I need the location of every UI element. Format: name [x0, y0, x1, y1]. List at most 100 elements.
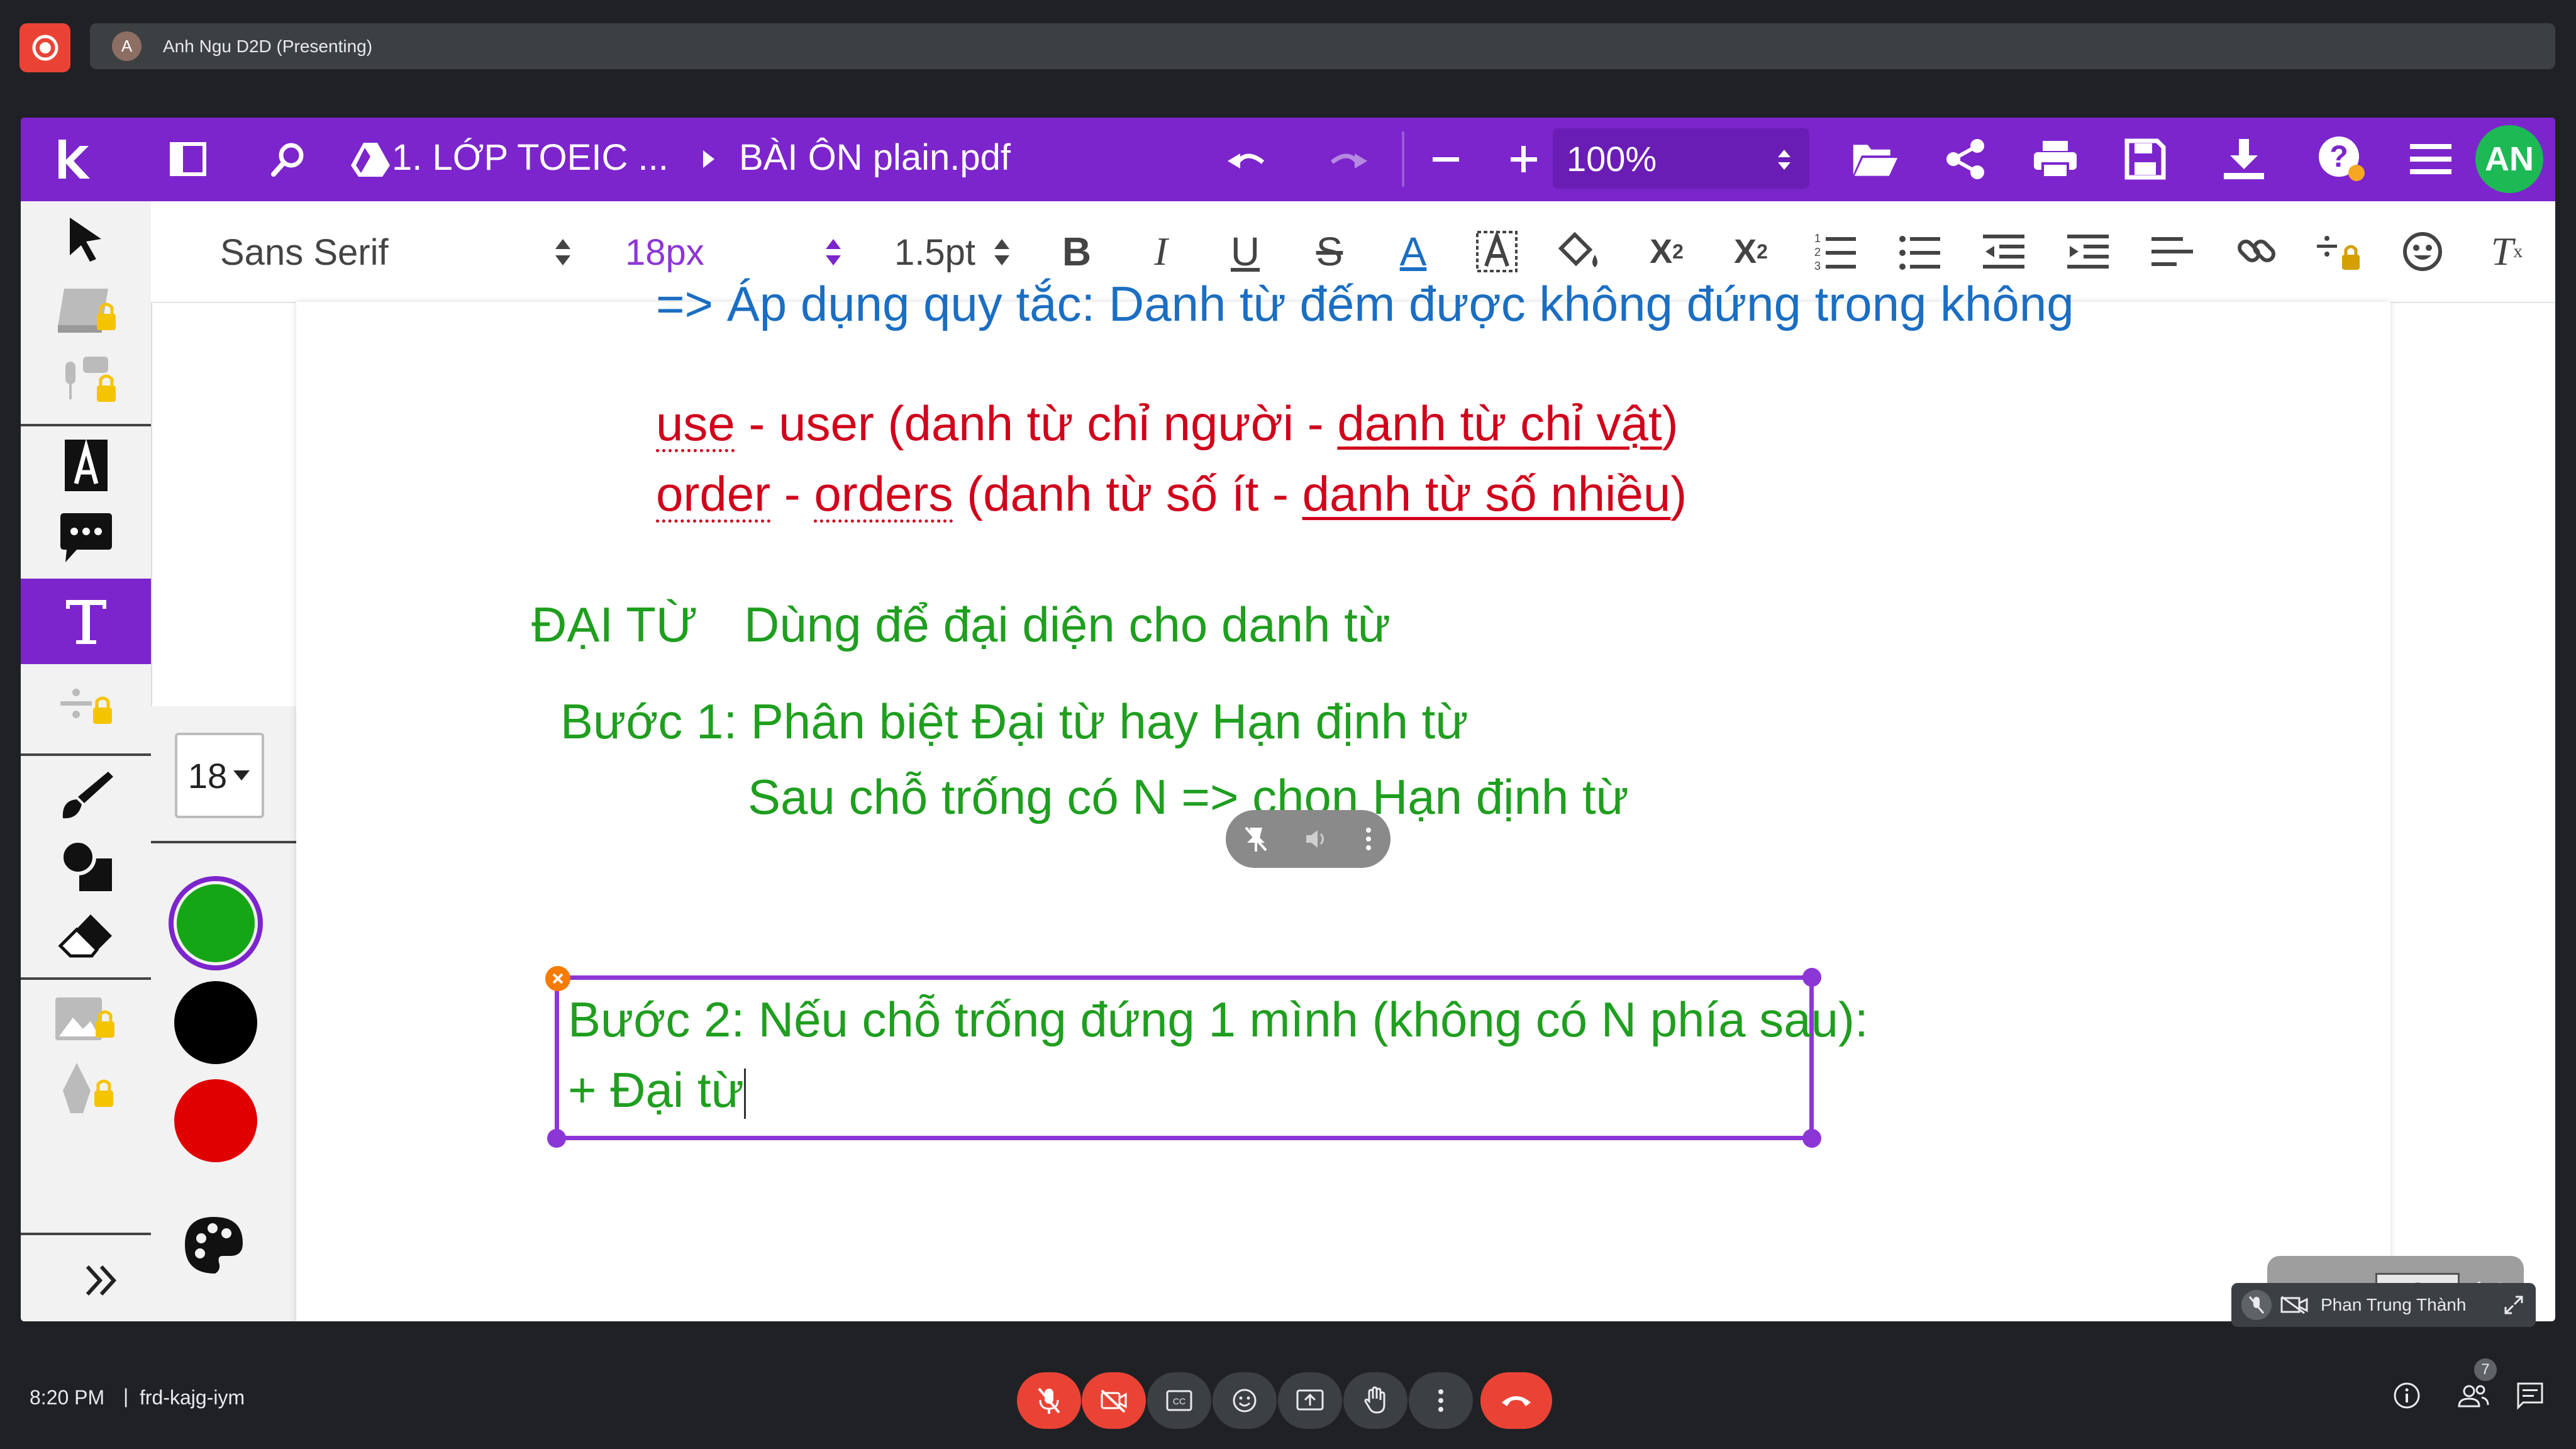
presenter-tile[interactable]: Phan Trung Thành	[2231, 1283, 2536, 1327]
text-highlight-tool[interactable]	[21, 430, 151, 501]
audio-comment-pill[interactable]	[1226, 810, 1391, 868]
open-folder-icon[interactable]	[1851, 135, 1899, 183]
signature-tool-locked[interactable]	[21, 1054, 151, 1124]
dictionary-tool-locked[interactable]	[21, 275, 151, 346]
align-left-icon[interactable]	[2147, 226, 2197, 277]
shapes-tool[interactable]	[21, 830, 151, 901]
redo-icon[interactable]	[1324, 135, 1372, 183]
save-icon[interactable]	[2121, 135, 2169, 183]
fill-color-icon[interactable]	[1555, 226, 1605, 277]
custom-color-button[interactable]	[182, 1214, 245, 1280]
text-order-underlined: danh từ số nhiều	[1302, 466, 1671, 521]
download-icon[interactable]	[2220, 135, 2268, 183]
camera-off-icon	[2280, 1296, 2308, 1314]
font-family-arrows-icon	[555, 239, 570, 265]
people-icon	[2458, 1385, 2489, 1407]
speech-tool-locked[interactable]	[21, 346, 151, 416]
eraser-tool[interactable]	[21, 901, 151, 971]
participants-button[interactable]	[2457, 1381, 2490, 1413]
meeting-details-button[interactable]	[2392, 1381, 2421, 1413]
clear-formatting-icon[interactable]: Tx	[2482, 226, 2532, 277]
doc-line-use: use - user (danh từ chỉ người - danh từ …	[656, 395, 1679, 452]
bulleted-list-icon[interactable]	[1894, 226, 1945, 277]
buoc-2-line-2-text: + Đại từ	[568, 1062, 744, 1118]
sidebar-toggle-icon[interactable]	[164, 135, 212, 183]
comment-tool[interactable]	[21, 503, 151, 574]
share-icon[interactable]	[1941, 135, 1989, 183]
presenting-bar: A Anh Ngu D2D (Presenting)	[90, 23, 2555, 69]
svg-text:2: 2	[1814, 246, 1821, 258]
textbox-font-size-select[interactable]: 18	[175, 733, 264, 818]
strikethrough-icon[interactable]: S	[1304, 226, 1355, 277]
color-swatch-green-selected[interactable]	[169, 876, 263, 970]
search-icon[interactable]	[265, 135, 313, 183]
math-lock-icon[interactable]	[2314, 226, 2365, 277]
delete-textbox-handle[interactable]	[545, 966, 570, 991]
user-avatar[interactable]: AN	[2475, 125, 2543, 193]
font-size-arrows-icon	[826, 239, 841, 265]
link-icon[interactable]	[2231, 226, 2282, 277]
menu-icon[interactable]	[2407, 135, 2455, 183]
superscript-icon[interactable]: X2	[1726, 226, 1776, 277]
line-spacing-select[interactable]: 1.5pt	[894, 231, 975, 274]
svg-text:3: 3	[1814, 260, 1821, 272]
leave-call-button[interactable]	[1480, 1372, 1552, 1429]
select-tool[interactable]	[21, 204, 151, 274]
indent-icon[interactable]	[2063, 226, 2113, 277]
raise-hand-button[interactable]	[1343, 1372, 1407, 1429]
mic-toggle-button[interactable]	[1017, 1372, 1081, 1429]
kami-window: 1. LỚP TOEIC ... BÀI ÔN plain.pdf 100% ?…	[21, 118, 2555, 1321]
buoc-2[interactable]: Bước 2: Nếu chỗ trống đứng 1 mình (không…	[568, 991, 1868, 1048]
more-options-button[interactable]	[1409, 1372, 1473, 1429]
font-family-select[interactable]: Sans Serif	[220, 231, 389, 274]
zoom-out-icon[interactable]	[1422, 135, 1470, 183]
file-name[interactable]: BÀI ÔN plain.pdf	[739, 136, 1011, 179]
zoom-in-icon[interactable]	[1500, 135, 1548, 183]
reactions-button[interactable]	[1213, 1372, 1277, 1429]
bold-icon[interactable]: B	[1052, 226, 1102, 277]
zoom-select[interactable]: 100%	[1553, 128, 1809, 189]
kami-logo-icon[interactable]	[48, 135, 96, 183]
chat-button[interactable]	[2516, 1381, 2545, 1413]
equation-tool-locked[interactable]	[21, 669, 151, 740]
text-color-icon[interactable]: A	[1388, 226, 1438, 277]
font-size-select[interactable]: 18px	[625, 231, 704, 274]
drawing-tool[interactable]	[21, 760, 151, 830]
captions-button[interactable]: CC	[1147, 1372, 1211, 1429]
color-swatch-red[interactable]	[174, 1079, 257, 1162]
resize-handle-bottom-left[interactable]	[547, 1129, 566, 1148]
camera-toggle-button[interactable]	[1082, 1372, 1146, 1429]
meeting-time: 8:20 PM	[30, 1386, 105, 1409]
emoji-icon[interactable]	[2397, 226, 2448, 277]
outdent-icon[interactable]	[1979, 226, 2029, 277]
text-highlight-color-icon[interactable]	[1472, 226, 1522, 277]
present-button[interactable]	[1278, 1372, 1342, 1429]
underline-icon[interactable]: U	[1220, 226, 1270, 277]
tool-separator	[21, 424, 151, 426]
zoom-value: 100%	[1567, 138, 1657, 179]
resize-handle-top-right[interactable]	[1802, 968, 1821, 987]
help-icon[interactable]: ?	[2318, 135, 2365, 183]
google-drive-icon[interactable]	[347, 135, 394, 183]
image-tool-locked[interactable]	[21, 984, 151, 1054]
text-box-tool-active[interactable]	[21, 579, 151, 664]
tool-separator	[21, 753, 151, 756]
numbered-list-icon[interactable]: 12 3	[1810, 226, 1860, 277]
microphone-lock-icon	[65, 357, 116, 402]
text-caret	[743, 1069, 746, 1119]
expand-icon[interactable]	[2503, 1294, 2524, 1316]
undo-icon[interactable]	[1223, 135, 1271, 183]
resize-handle-bottom-right[interactable]	[1802, 1129, 1821, 1148]
color-swatch-black[interactable]	[174, 981, 257, 1064]
buoc-2-line-2[interactable]: + Đại từ	[568, 1062, 746, 1119]
pen-nib-lock-icon	[62, 1063, 113, 1113]
close-icon	[552, 973, 564, 984]
expand-toolbar-button[interactable]	[51, 1245, 151, 1316]
present-screen-icon	[1296, 1389, 1324, 1411]
breadcrumb-folder[interactable]: 1. LỚP TOEIC ...	[392, 136, 669, 179]
subscript-icon[interactable]: X2	[1641, 226, 1692, 277]
print-icon[interactable]	[2031, 135, 2079, 183]
italic-icon[interactable]: I	[1136, 226, 1186, 277]
recording-indicator[interactable]	[19, 23, 70, 72]
active-text-box[interactable]: Bước 2: Nếu chỗ trống đứng 1 mình (không…	[545, 966, 1868, 1148]
